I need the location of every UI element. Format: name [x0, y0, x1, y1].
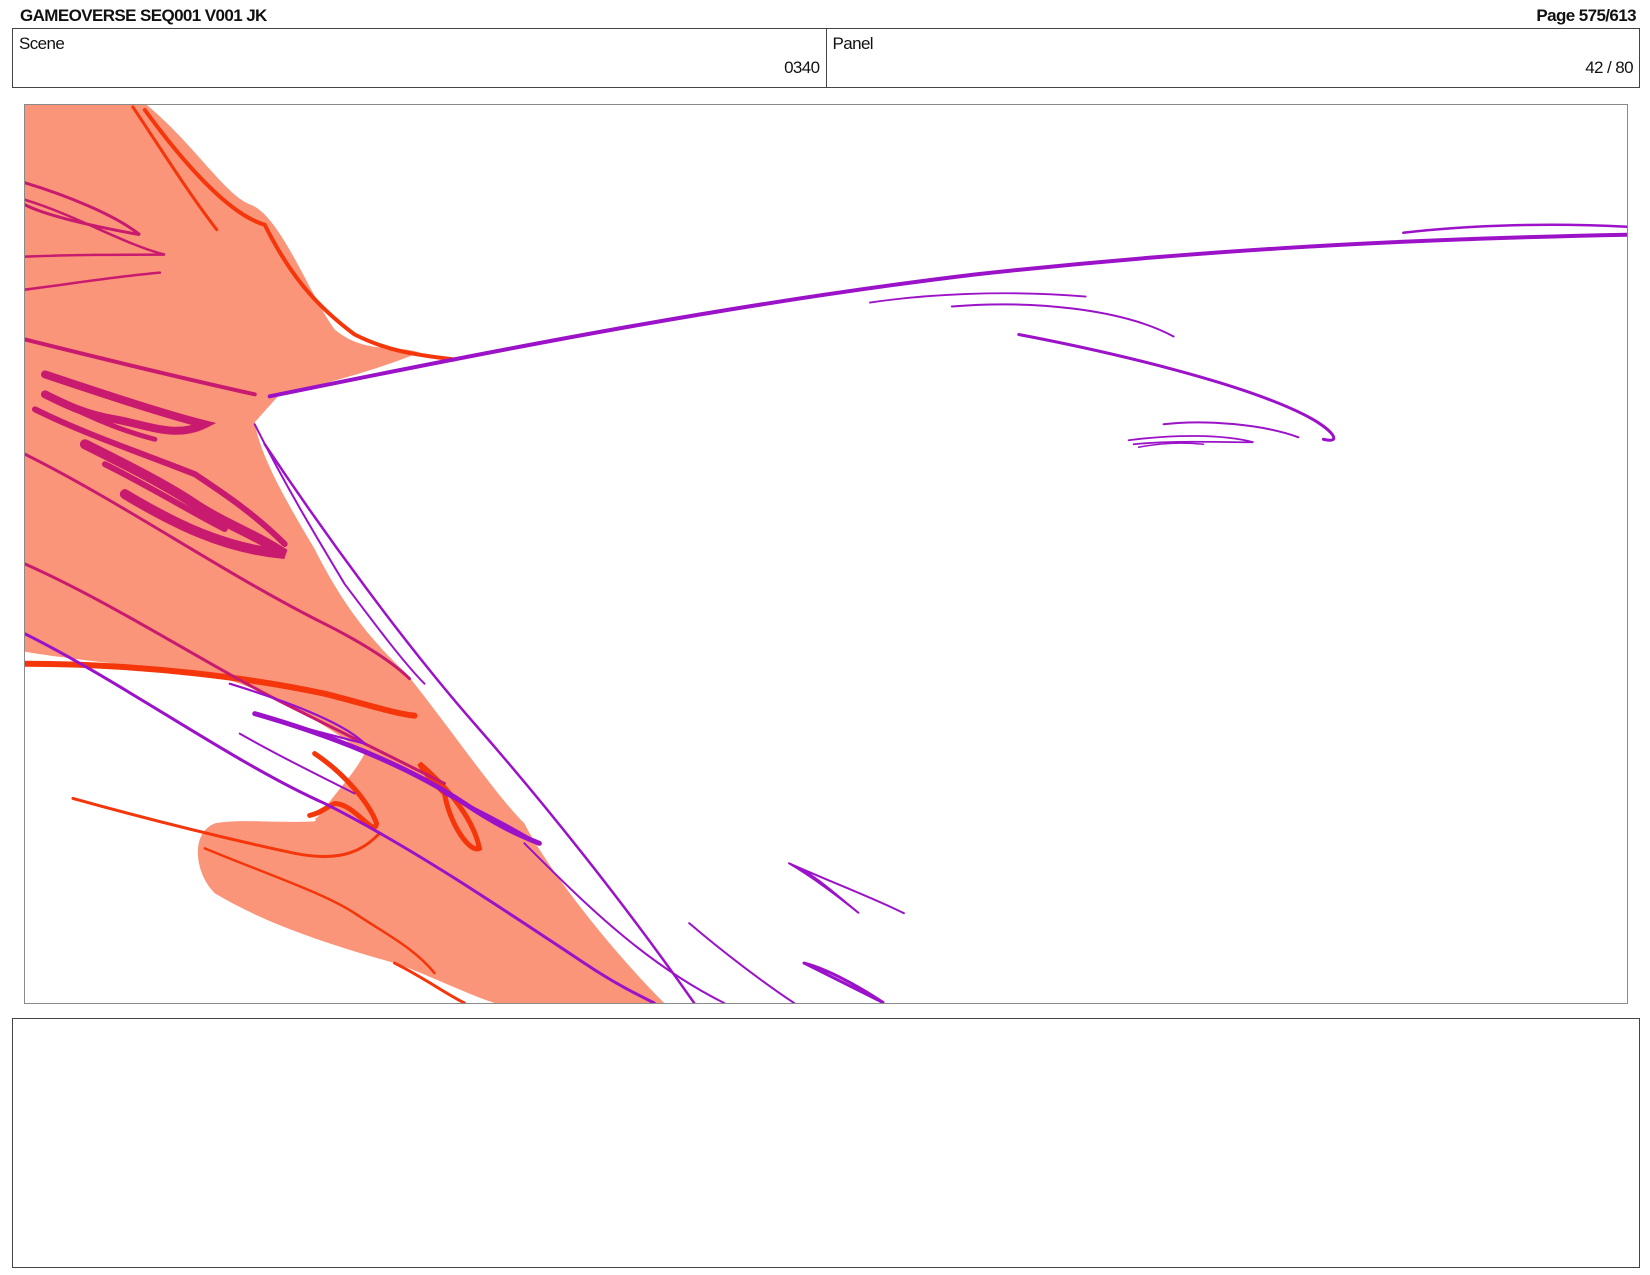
purple-stroke [802, 961, 885, 1003]
scene-label: Scene [19, 34, 65, 53]
purple-stroke [267, 232, 1627, 399]
document-title: GAMEOVERSE SEQ001 V001 JK [20, 6, 267, 25]
panel-label: Panel [832, 34, 874, 53]
scene-panel-info: Scene 0340 Panel 42 / 80 [12, 28, 1640, 88]
purple-stroke [869, 292, 1087, 304]
scene-number: 0340 [784, 58, 820, 77]
purple-stroke [788, 862, 905, 915]
purple-stroke [1017, 332, 1336, 442]
storyboard-panel-frame [24, 104, 1628, 1004]
purple-stroke [688, 922, 796, 1003]
page-number: Page 575/613 [1536, 6, 1636, 25]
storyboard-sketch [25, 105, 1627, 1003]
purple-stroke [1402, 223, 1627, 234]
scene-cell: Scene 0340 [13, 29, 826, 87]
panel-cell: Panel 42 / 80 [825, 29, 1640, 87]
purple-stroke [950, 303, 1175, 338]
panel-number: 42 / 80 [1585, 58, 1633, 77]
panel-notes-box [12, 1018, 1640, 1268]
purple-stroke [1162, 421, 1300, 439]
